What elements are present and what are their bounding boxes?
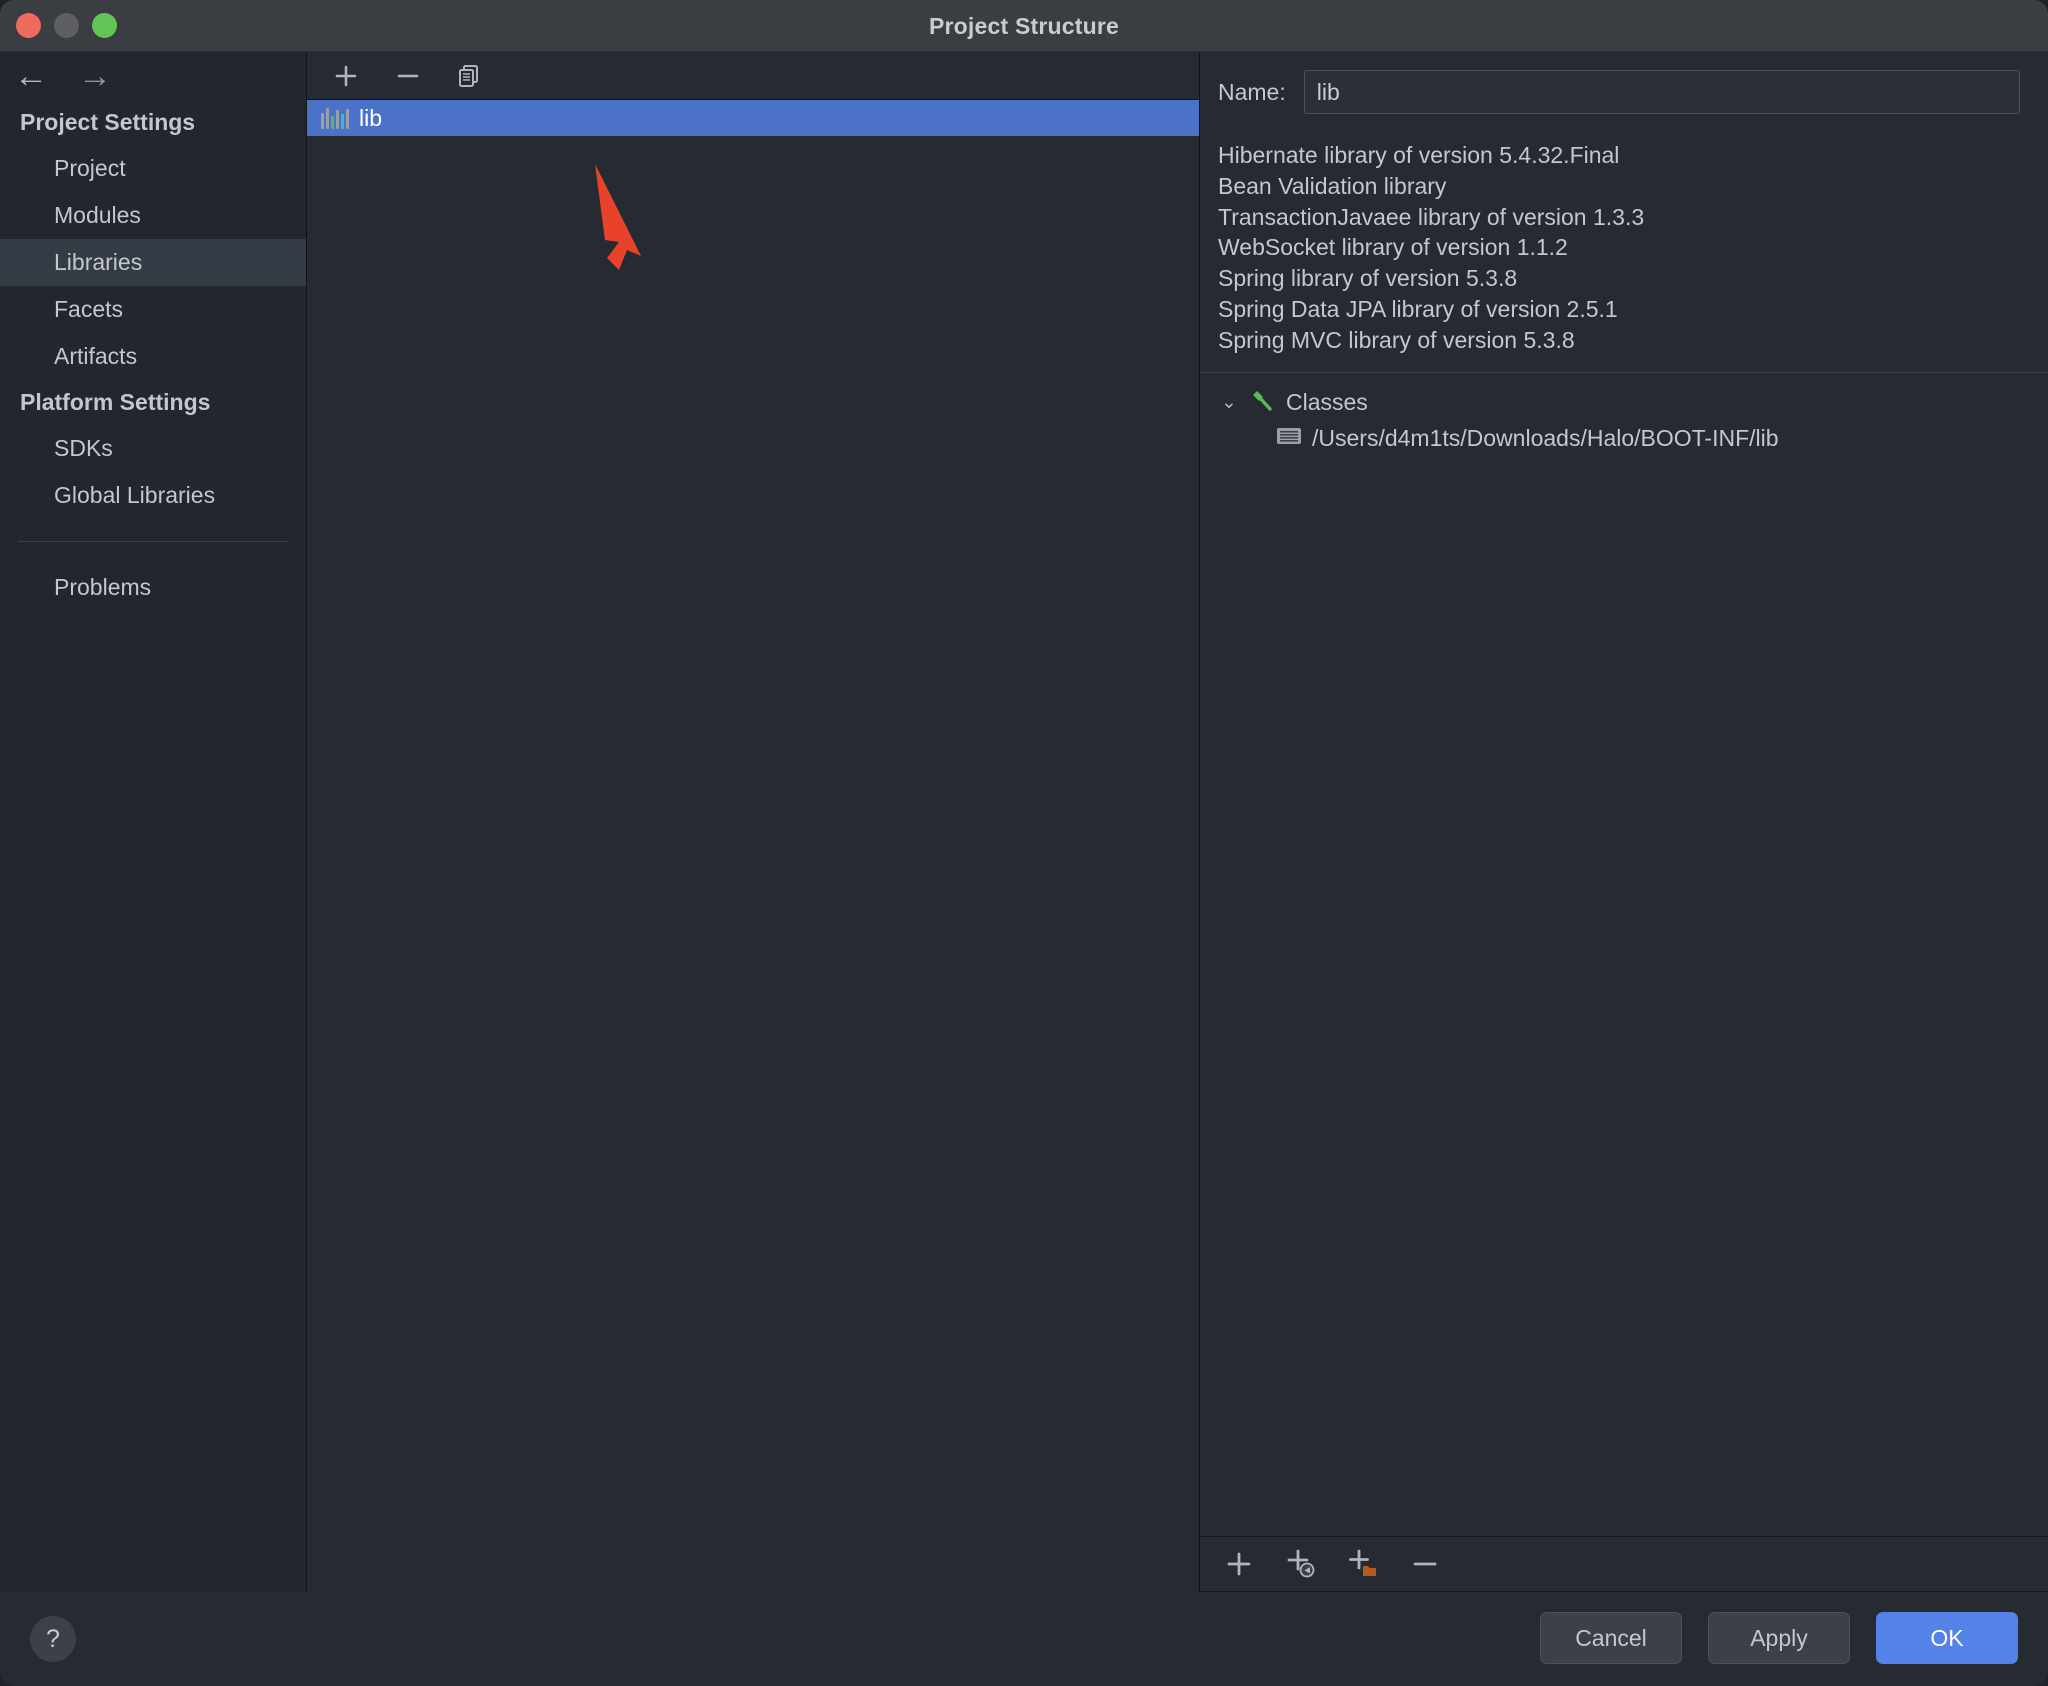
sidebar-item-modules[interactable]: Modules	[0, 192, 306, 239]
sidebar-item-facets[interactable]: Facets	[0, 286, 306, 333]
help-button[interactable]: ?	[30, 1616, 76, 1662]
tree-row-classes[interactable]: ⌄ Classes	[1218, 385, 2048, 421]
libraries-list: lib	[307, 100, 1199, 136]
library-name-label: Name:	[1218, 79, 1286, 106]
window-titlebar: Project Structure	[0, 0, 2048, 52]
remove-library-button[interactable]	[391, 59, 425, 93]
list-item[interactable]: lib	[307, 100, 1199, 136]
library-description-line: TransactionJavaee library of version 1.3…	[1218, 202, 2048, 233]
sidebar-divider	[18, 541, 288, 542]
add-folder-root-button[interactable]	[1346, 1547, 1380, 1581]
sidebar-item-libraries[interactable]: Libraries	[0, 239, 306, 286]
library-detail-panel: Name: Hibernate library of version 5.4.3…	[1200, 52, 2048, 1592]
sidebar-item-artifacts[interactable]: Artifacts	[0, 333, 306, 380]
sidebar-item-problems[interactable]: Problems	[0, 564, 306, 611]
library-roots-tree: ⌄ Classes	[1200, 373, 2048, 457]
library-description-line: Bean Validation library	[1218, 171, 2048, 202]
dialog-body: ← → Project Settings Project Modules Lib…	[0, 52, 2048, 1592]
copy-library-icon[interactable]	[453, 59, 487, 93]
sidebar-item-sdks[interactable]: SDKs	[0, 425, 306, 472]
list-item-label: lib	[359, 105, 382, 132]
add-maven-root-button[interactable]	[1284, 1547, 1318, 1581]
library-description-line: Spring Data JPA library of version 2.5.1	[1218, 294, 2048, 325]
project-structure-dialog: Project Structure ← → Project Settings P…	[0, 0, 2048, 1686]
library-description-line: WebSocket library of version 1.1.2	[1218, 232, 2048, 263]
add-library-button[interactable]	[329, 59, 363, 93]
apply-button[interactable]: Apply	[1708, 1612, 1850, 1664]
window-title: Project Structure	[0, 0, 2048, 52]
sidebar-item-global-libraries[interactable]: Global Libraries	[0, 472, 306, 519]
sidebar-group-header-platform-settings: Platform Settings	[0, 380, 306, 425]
libraries-toolbar	[307, 52, 1199, 100]
annotation-arrow-icon	[579, 158, 709, 278]
library-name-row: Name:	[1200, 52, 2048, 114]
back-arrow-icon[interactable]: ←	[12, 59, 50, 93]
ok-button[interactable]: OK	[1876, 1612, 2018, 1664]
tree-row-label: Classes	[1286, 389, 1368, 416]
library-icon	[321, 107, 349, 129]
library-description-line: Spring library of version 5.3.8	[1218, 263, 2048, 294]
library-roots-toolbar	[1200, 1536, 2048, 1592]
library-description-line: Spring MVC library of version 5.3.8	[1218, 325, 2048, 356]
libraries-list-panel: lib	[307, 52, 1200, 1592]
settings-sidebar: ← → Project Settings Project Modules Lib…	[0, 52, 307, 1592]
add-root-button[interactable]	[1222, 1547, 1256, 1581]
cancel-button[interactable]: Cancel	[1540, 1612, 1682, 1664]
hammer-icon	[1250, 387, 1276, 419]
sidebar-item-project[interactable]: Project	[0, 145, 306, 192]
dialog-action-buttons: Cancel Apply OK	[1540, 1612, 2018, 1664]
chevron-down-icon[interactable]: ⌄	[1218, 391, 1240, 414]
tree-row-classes-path[interactable]: /Users/d4m1ts/Downloads/Halo/BOOT-INF/li…	[1218, 421, 2048, 457]
library-description-line: Hibernate library of version 5.4.32.Fina…	[1218, 140, 2048, 171]
forward-arrow-icon[interactable]: →	[76, 59, 114, 93]
sidebar-group-header-project-settings: Project Settings	[0, 100, 306, 145]
archive-folder-icon	[1276, 425, 1302, 453]
sidebar-nav-buttons: ← →	[0, 52, 306, 100]
tree-row-label: /Users/d4m1ts/Downloads/Halo/BOOT-INF/li…	[1312, 425, 1779, 452]
library-description-list: Hibernate library of version 5.4.32.Fina…	[1200, 114, 2048, 356]
dialog-footer: ? Cancel Apply OK	[0, 1592, 2048, 1686]
library-name-input[interactable]	[1304, 70, 2020, 114]
remove-root-button[interactable]	[1408, 1547, 1442, 1581]
